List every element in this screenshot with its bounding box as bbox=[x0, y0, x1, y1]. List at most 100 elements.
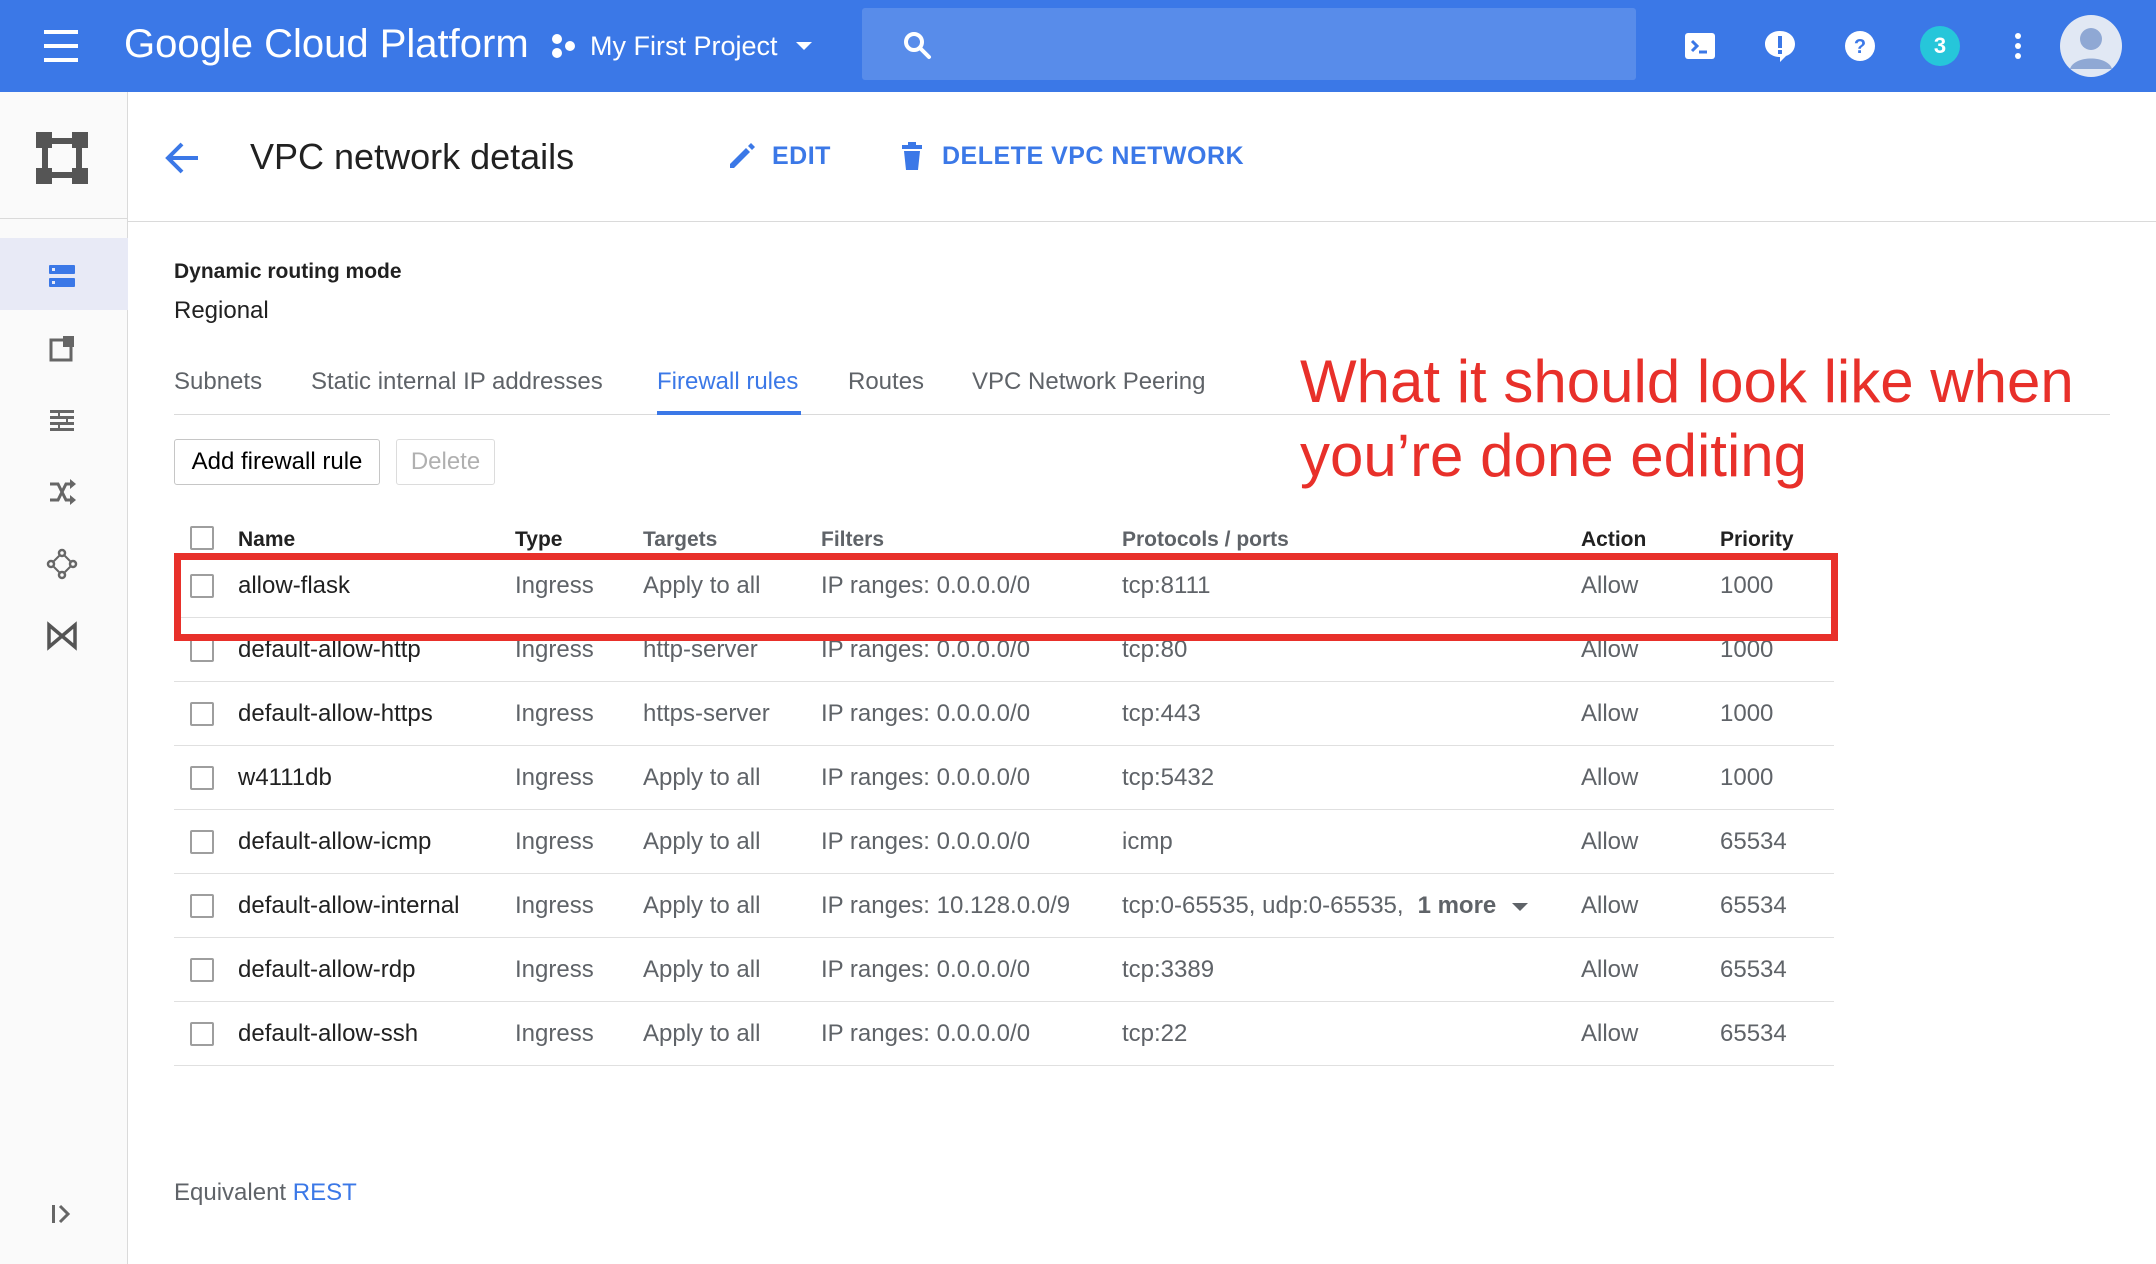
rail-peering[interactable] bbox=[0, 526, 128, 598]
terminal-icon[interactable] bbox=[1682, 28, 1718, 64]
more-vert-icon[interactable] bbox=[2000, 28, 2036, 64]
edit-button[interactable]: EDIT bbox=[726, 136, 831, 176]
rule-filters-text: IP ranges: 0.0.0.0/0 bbox=[821, 764, 1031, 791]
vpc-product-icon[interactable] bbox=[32, 128, 92, 188]
rule-type: Ingress bbox=[515, 700, 594, 728]
col-name[interactable]: Name bbox=[238, 528, 295, 552]
rule-action-text: Allow bbox=[1581, 956, 1639, 983]
rule-targets-text: Apply to all bbox=[643, 1020, 761, 1047]
rule-type: Ingress bbox=[515, 1020, 594, 1048]
tab-subnets[interactable]: Subnets bbox=[174, 368, 262, 396]
table-row[interactable]: default-allow-https Ingress https-server IP… bbox=[174, 682, 1834, 746]
more-protocols-link[interactable]: 1 more bbox=[1418, 892, 1497, 919]
rule-protocols-text: tcp:5432 bbox=[1122, 764, 1215, 791]
rule-protocols: tcp:443 bbox=[1122, 700, 1201, 728]
table-row[interactable]: w4111db Ingress Apply to all IP ranges: 0.0… bbox=[174, 746, 1834, 810]
col-filters: Filters bbox=[821, 528, 885, 551]
col-targets: Targets bbox=[643, 528, 718, 551]
row-checkbox[interactable] bbox=[190, 702, 214, 726]
rule-protocols-text: tcp:22 bbox=[1122, 1020, 1188, 1047]
project-name: My First Project bbox=[590, 30, 778, 61]
rule-type-text: Ingress bbox=[515, 956, 594, 983]
avatar[interactable] bbox=[2060, 15, 2122, 77]
add-firewall-rule-button[interactable]: Add firewall rule bbox=[174, 439, 380, 485]
col-action: Action bbox=[1581, 528, 1647, 551]
rule-action-text: Allow bbox=[1581, 764, 1639, 791]
row-checkbox[interactable] bbox=[190, 1022, 214, 1046]
rule-priority-text: 1000 bbox=[1720, 764, 1774, 791]
delete-vpc-network-button[interactable]: DELETE VPC NETWORK bbox=[896, 136, 1244, 176]
rule-action: Allow bbox=[1581, 892, 1638, 920]
rule-action: Allow bbox=[1581, 956, 1638, 984]
tab-routes[interactable]: Routes bbox=[848, 368, 924, 396]
rule-name-text: default-allow-rdp bbox=[238, 956, 416, 983]
rule-action-text: Allow bbox=[1581, 892, 1639, 919]
table-header: Name Type Targets Filters Protocols / po… bbox=[174, 510, 1834, 554]
routing-mode-label: Dynamic routing mode bbox=[174, 260, 402, 283]
external-ip-icon bbox=[49, 336, 74, 362]
rule-filters-text: IP ranges: 0.0.0.0/0 bbox=[821, 956, 1031, 983]
brand-title[interactable]: Google Cloud Platform bbox=[124, 22, 529, 67]
project-selector[interactable]: My First Project bbox=[548, 28, 812, 64]
table-row[interactable]: default-allow-rdp Ingress Apply to all IP r… bbox=[174, 938, 1834, 1002]
rule-filters-text: IP ranges: 0.0.0.0/0 bbox=[821, 1020, 1031, 1047]
rule-priority: 1000 bbox=[1720, 764, 1773, 792]
rule-action: Allow bbox=[1581, 700, 1638, 728]
hamburger-icon[interactable] bbox=[40, 28, 82, 64]
row-checkbox[interactable] bbox=[190, 958, 214, 982]
active-tab-indicator bbox=[657, 411, 801, 415]
back-arrow-icon[interactable] bbox=[162, 140, 202, 176]
rule-name-text: default-allow-icmp bbox=[238, 828, 432, 855]
svg-text:?: ? bbox=[1854, 36, 1866, 58]
rule-priority: 65534 bbox=[1720, 828, 1787, 856]
footer-prefix: Equivalent bbox=[174, 1179, 287, 1206]
rule-action: Allow bbox=[1581, 764, 1638, 792]
rule-filters: IP ranges: 0.0.0.0/0 bbox=[821, 828, 1030, 856]
help-icon[interactable]: ? bbox=[1842, 28, 1878, 64]
annotation-text: What it should look like when you’re don… bbox=[1300, 348, 2074, 489]
rest-link[interactable]: REST bbox=[293, 1179, 357, 1206]
rule-type-text: Ingress bbox=[515, 828, 594, 855]
row-checkbox[interactable] bbox=[190, 766, 214, 790]
rule-targets-text: Apply to all bbox=[643, 764, 761, 791]
table-row[interactable]: default-allow-internal Ingress Apply to al… bbox=[174, 874, 1834, 938]
table-row[interactable]: default-allow-icmp Ingress Apply to all IP … bbox=[174, 810, 1834, 874]
alert-bubble-icon[interactable] bbox=[1762, 28, 1798, 64]
search-icon bbox=[904, 32, 931, 59]
rail-vpn[interactable] bbox=[0, 598, 128, 670]
select-all-checkbox[interactable] bbox=[190, 526, 214, 550]
rail-vpc-networks[interactable] bbox=[0, 238, 128, 310]
rule-filters-text: IP ranges: 0.0.0.0/0 bbox=[821, 700, 1031, 727]
tab-static-internal-ips[interactable]: Static internal IP addresses bbox=[311, 368, 603, 396]
rule-priority: 65534 bbox=[1720, 1020, 1787, 1048]
rule-name-text: default-allow-ssh bbox=[238, 1020, 419, 1047]
tab-vpc-network-peering[interactable]: VPC Network Peering bbox=[972, 368, 1205, 396]
row-checkbox[interactable] bbox=[190, 830, 214, 854]
delete-rule-button[interactable]: Delete bbox=[396, 439, 495, 485]
rail-firewall[interactable] bbox=[0, 382, 128, 454]
col-protocols: Protocols / ports bbox=[1122, 528, 1289, 551]
rule-type-text: Ingress bbox=[515, 764, 594, 791]
search-bar[interactable] bbox=[862, 8, 1636, 80]
rule-name: w4111db bbox=[238, 764, 332, 792]
row-checkbox[interactable] bbox=[190, 638, 214, 662]
rule-name: default-allow-internal bbox=[238, 892, 459, 920]
rule-type: Ingress bbox=[515, 828, 594, 856]
rule-protocols-text: icmp bbox=[1122, 828, 1173, 855]
col-type: Type bbox=[515, 528, 563, 551]
rail-routes[interactable] bbox=[0, 454, 128, 526]
rule-type-text: Ingress bbox=[515, 1020, 594, 1047]
chevron-down-icon bbox=[795, 42, 812, 50]
chevron-down-icon[interactable] bbox=[1512, 902, 1529, 911]
rule-name: default-allow-ssh bbox=[238, 1020, 418, 1048]
rule-protocols: tcp:22 bbox=[1122, 1020, 1187, 1048]
search-input[interactable] bbox=[962, 24, 1602, 64]
page-title: VPC network details bbox=[250, 136, 575, 177]
tab-firewall-rules[interactable]: Firewall rules bbox=[657, 368, 798, 396]
collapse-rail-icon[interactable] bbox=[48, 1200, 76, 1228]
delete-vpc-label: DELETE VPC NETWORK bbox=[942, 141, 1245, 170]
table-row[interactable]: default-allow-ssh Ingress Apply to all IP r… bbox=[174, 1002, 1834, 1066]
row-checkbox[interactable] bbox=[190, 894, 214, 918]
notifications-badge[interactable]: 3 bbox=[1920, 26, 1960, 66]
rail-external-ips[interactable] bbox=[0, 310, 128, 382]
